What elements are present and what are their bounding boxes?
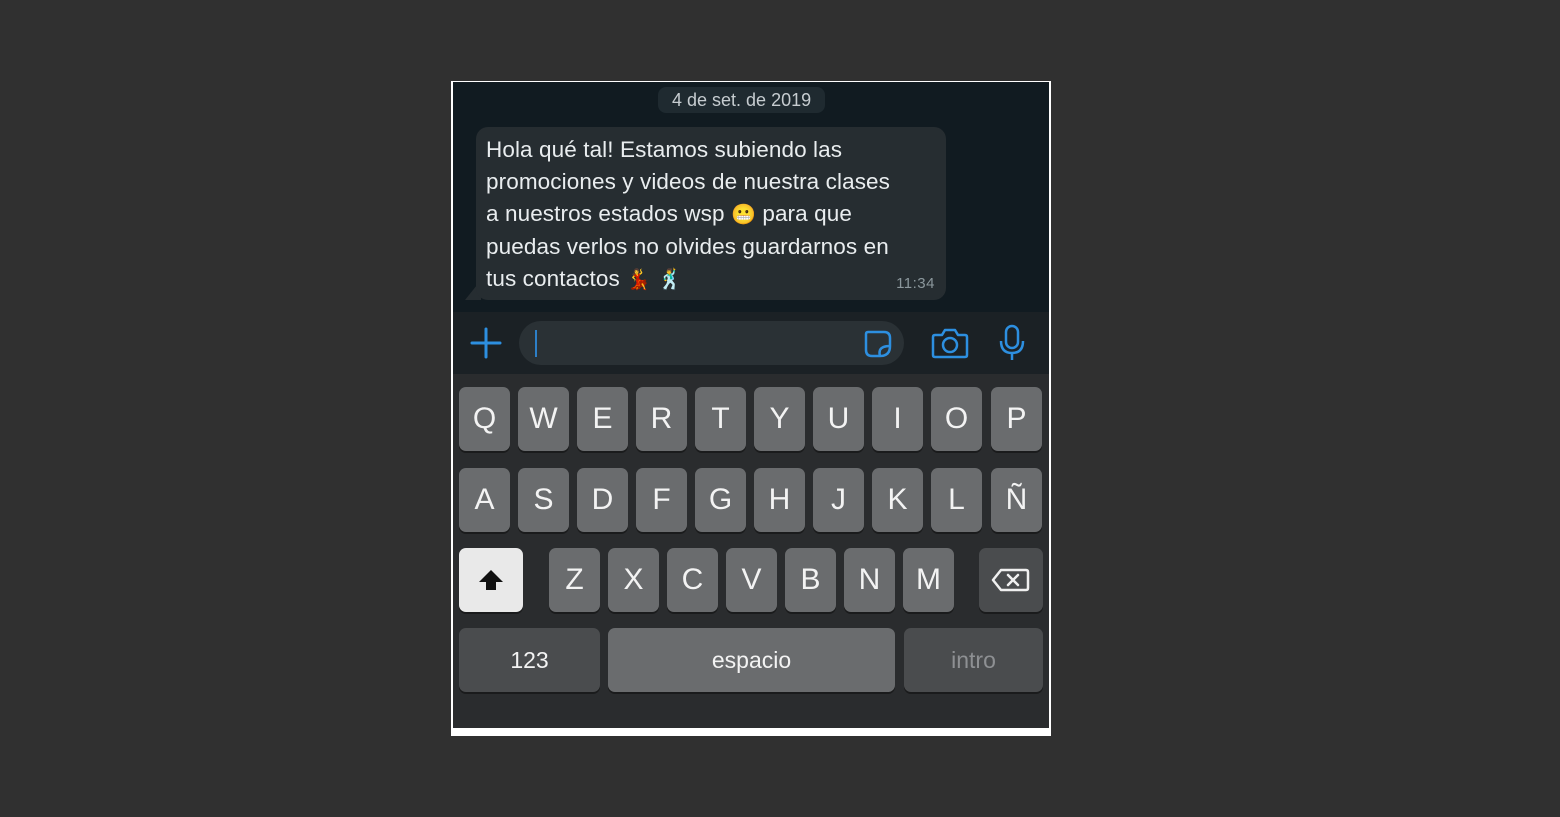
chat-area: 4 de set. de 2019 Hola qué tal! Estamos … xyxy=(453,82,1049,312)
sticker-button[interactable] xyxy=(862,328,894,360)
text-caret xyxy=(535,330,537,357)
message-text: Hola qué tal! Estamos subiendo las promo… xyxy=(486,134,936,296)
key-o[interactable]: O xyxy=(931,387,982,451)
key-k[interactable]: K xyxy=(872,468,923,532)
key-n-tilde[interactable]: Ñ xyxy=(991,468,1042,532)
key-g[interactable]: G xyxy=(695,468,746,532)
key-y[interactable]: Y xyxy=(754,387,805,451)
key-u[interactable]: U xyxy=(813,387,864,451)
message-input[interactable] xyxy=(519,321,904,365)
backspace-icon xyxy=(991,568,1030,592)
key-c[interactable]: C xyxy=(667,548,718,612)
key-s[interactable]: S xyxy=(518,468,569,532)
key-e[interactable]: E xyxy=(577,387,628,451)
dancer-emoji: 🕺 xyxy=(657,269,683,291)
shift-arrow-icon xyxy=(479,570,503,590)
key-z[interactable]: Z xyxy=(549,548,600,612)
camera-button[interactable] xyxy=(931,325,969,361)
key-m[interactable]: M xyxy=(903,548,954,612)
key-n[interactable]: N xyxy=(844,548,895,612)
key-p[interactable]: P xyxy=(991,387,1042,451)
backspace-key[interactable] xyxy=(979,548,1043,612)
message-line-4: puedas verlos no olvides guardarnos en xyxy=(486,234,889,259)
key-r[interactable]: R xyxy=(636,387,687,451)
key-d[interactable]: D xyxy=(577,468,628,532)
key-b[interactable]: B xyxy=(785,548,836,612)
message-bubble[interactable]: Hola qué tal! Estamos subiendo las promo… xyxy=(476,127,946,300)
keyboard: Q W E R T Y U I O P A S D F G H J K L Ñ … xyxy=(453,374,1049,728)
numbers-key[interactable]: 123 xyxy=(459,628,600,692)
message-line-3: a nuestros estados wsp xyxy=(486,201,725,226)
key-t[interactable]: T xyxy=(695,387,746,451)
shift-key[interactable] xyxy=(459,548,523,612)
key-h[interactable]: H xyxy=(754,468,805,532)
message-line-1: Hola qué tal! Estamos subiendo las xyxy=(486,137,843,162)
key-x[interactable]: X xyxy=(608,548,659,612)
message-line-2: promociones y videos de nuestra clases xyxy=(486,169,891,194)
attach-plus-button[interactable] xyxy=(469,326,503,360)
phone-screen: 4 de set. de 2019 Hola qué tal! Estamos … xyxy=(453,82,1049,728)
plus-icon xyxy=(470,327,502,359)
key-a[interactable]: A xyxy=(459,468,510,532)
return-key[interactable]: intro xyxy=(904,628,1043,692)
camera-icon xyxy=(931,328,969,359)
key-j[interactable]: J xyxy=(813,468,864,532)
microphone-icon xyxy=(999,324,1025,360)
message-input-bar xyxy=(453,312,1049,374)
grimacing-face-emoji: 😬 xyxy=(730,204,756,226)
sticker-icon xyxy=(864,330,892,358)
message-time: 11:34 xyxy=(896,275,935,292)
key-v[interactable]: V xyxy=(726,548,777,612)
message-line-3b: para que xyxy=(762,201,852,226)
dancing-couple-emoji: 💃 xyxy=(626,269,652,291)
key-l[interactable]: L xyxy=(931,468,982,532)
key-q[interactable]: Q xyxy=(459,387,510,451)
date-separator: 4 de set. de 2019 xyxy=(658,87,826,113)
key-i[interactable]: I xyxy=(872,387,923,451)
key-w[interactable]: W xyxy=(518,387,569,451)
space-key[interactable]: espacio xyxy=(608,628,895,692)
key-f[interactable]: F xyxy=(636,468,687,532)
microphone-button[interactable] xyxy=(995,324,1029,362)
message-line-5: tus contactos xyxy=(486,266,620,291)
